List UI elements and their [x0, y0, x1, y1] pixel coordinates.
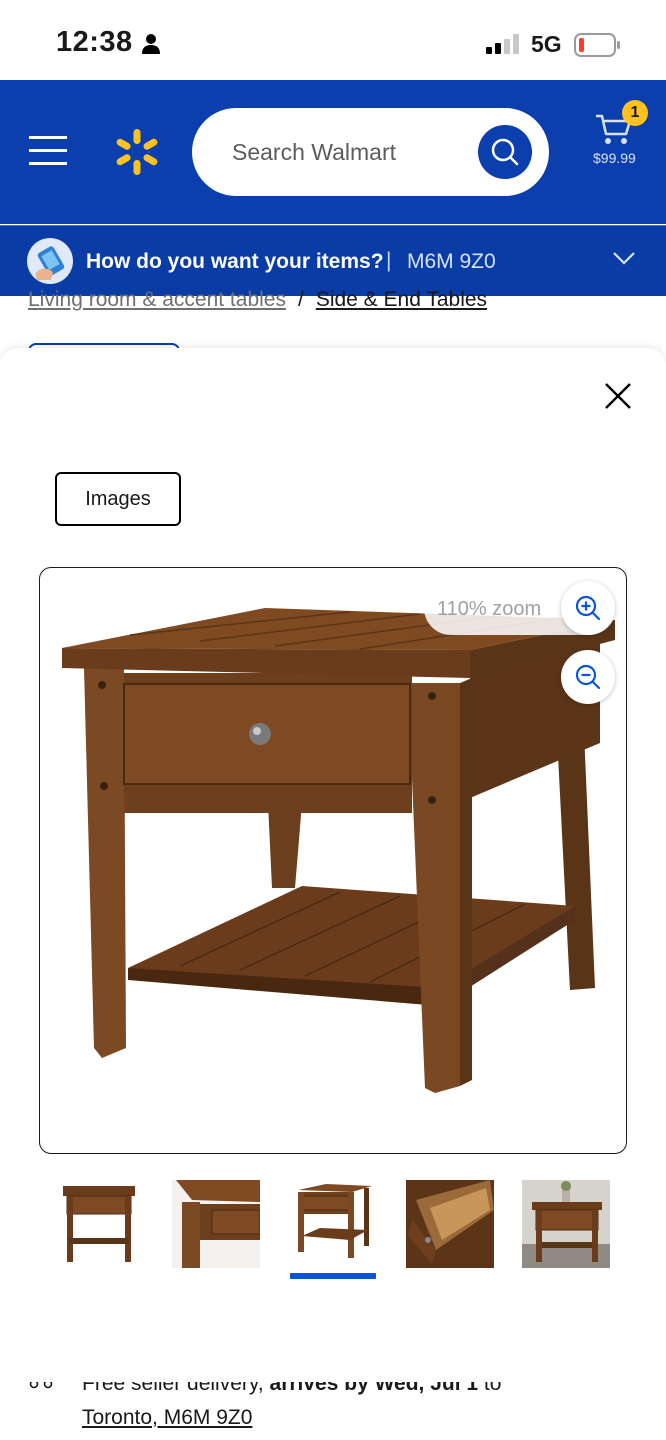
- thumbnail-2[interactable]: [172, 1180, 261, 1268]
- zoom-in-button[interactable]: [561, 581, 615, 635]
- cart-button[interactable]: 1 $99.99: [590, 98, 648, 168]
- cart-count-badge: 1: [622, 100, 648, 126]
- search-icon: [491, 138, 519, 166]
- selected-thumbnail-indicator: [290, 1273, 376, 1279]
- thumbnail-end-table-drawer-open: [406, 1180, 494, 1268]
- delivery-selector[interactable]: How do you want your items? | M6M 9Z0: [0, 225, 666, 296]
- zoom-out-button[interactable]: [561, 650, 615, 704]
- thumbnail-end-table-front: [63, 1186, 135, 1262]
- delivery-question: How do you want your items?: [86, 250, 384, 273]
- close-icon[interactable]: [602, 380, 634, 412]
- thumbnail-end-table-room-setting: [522, 1180, 610, 1268]
- status-bar: 12:38 5G: [0, 0, 666, 80]
- delivery-truck-icon: [29, 1382, 53, 1389]
- thumbnail-3-selected[interactable]: [290, 1180, 378, 1268]
- thumbnail-end-table-angle: [298, 1184, 372, 1258]
- tab-images[interactable]: Images: [55, 472, 181, 526]
- breadcrumb-item-side-end-tables[interactable]: Side & End Tables: [316, 288, 487, 311]
- thumbnail-5[interactable]: [522, 1180, 610, 1268]
- delivery-icon: [27, 238, 73, 284]
- image-viewer-modal: Images 110% zoom: [0, 348, 666, 1382]
- shipping-arrival: arrives by Wed, Jul 1: [269, 1382, 479, 1395]
- status-time: 12:38: [56, 26, 133, 58]
- delivery-postal-code: M6M 9Z0: [407, 250, 496, 273]
- network-label: 5G: [531, 31, 562, 57]
- breadcrumb-separator: /: [297, 288, 304, 311]
- person-icon: [142, 34, 160, 54]
- delivery-separator: |: [386, 249, 392, 272]
- shipping-text: Free seller delivery, arrives by Wed, Ju…: [82, 1382, 501, 1396]
- zoom-out-icon: [575, 664, 601, 690]
- menu-icon[interactable]: [29, 136, 67, 166]
- shipping-info: Free seller delivery, arrives by Wed, Ju…: [0, 1382, 666, 1440]
- thumbnail-end-table-closeup: [172, 1180, 261, 1268]
- breadcrumb: Living room & accent tables / Side & End T…: [28, 288, 487, 312]
- shipping-prefix: Free seller delivery,: [82, 1382, 270, 1395]
- shipping-location-link[interactable]: Toronto, M6M 9Z0: [82, 1406, 252, 1430]
- breadcrumb-item-living-room[interactable]: Living room & accent tables: [28, 288, 286, 311]
- shipping-suffix: to: [478, 1382, 502, 1395]
- main-product-image[interactable]: [39, 567, 627, 1154]
- zoom-in-icon: [575, 595, 601, 621]
- zoom-level-text: 110% zoom: [437, 598, 542, 620]
- search-button[interactable]: [478, 125, 532, 179]
- thumbnail-4[interactable]: [406, 1180, 494, 1268]
- search-input[interactable]: Search Walmart: [192, 108, 549, 196]
- phone-bag-icon: [35, 246, 65, 280]
- search-placeholder: Search Walmart: [232, 139, 397, 165]
- chevron-down-icon: [613, 252, 635, 265]
- cart-total: $99.99: [593, 150, 636, 166]
- end-table-image: [62, 608, 615, 1093]
- walmart-spark-logo[interactable]: [114, 128, 160, 176]
- battery-icon: [574, 33, 620, 57]
- thumbnail-1[interactable]: [55, 1180, 143, 1268]
- signal-icon: [486, 34, 519, 54]
